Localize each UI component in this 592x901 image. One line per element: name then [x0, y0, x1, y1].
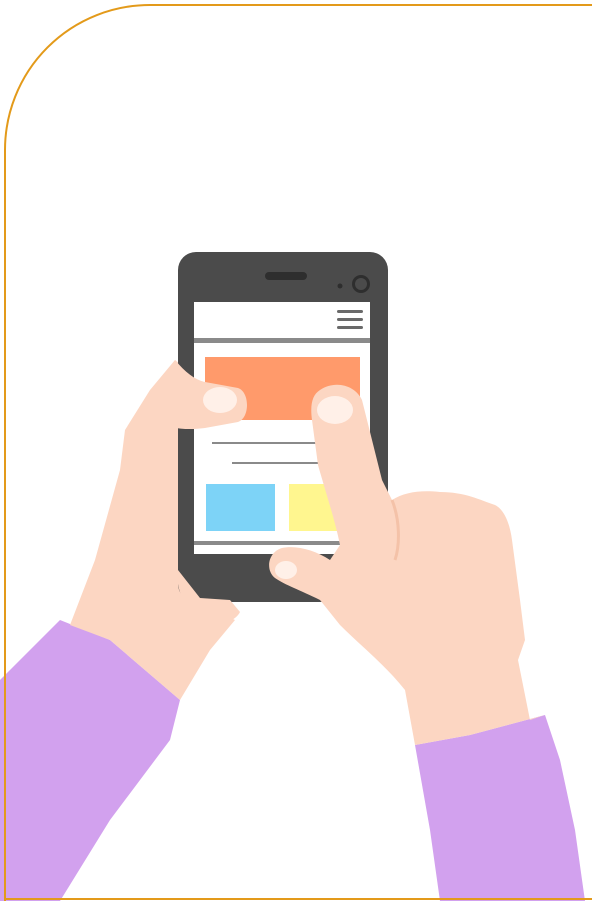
right-thumb-nail — [275, 561, 297, 579]
left-thumb-nail — [203, 387, 237, 413]
right-sleeve — [415, 715, 585, 901]
illustration-card — [0, 0, 592, 901]
screen-tile-blue[interactable] — [206, 484, 275, 531]
hamburger-menu-icon[interactable] — [337, 310, 363, 329]
hands-holding-smartphone-illustration — [0, 252, 585, 901]
sensor-dot — [337, 283, 343, 289]
screen-header-divider — [194, 338, 370, 343]
earpiece-speaker-icon — [265, 272, 307, 280]
camera-lens — [355, 278, 367, 290]
right-index-fingernail — [317, 396, 353, 424]
